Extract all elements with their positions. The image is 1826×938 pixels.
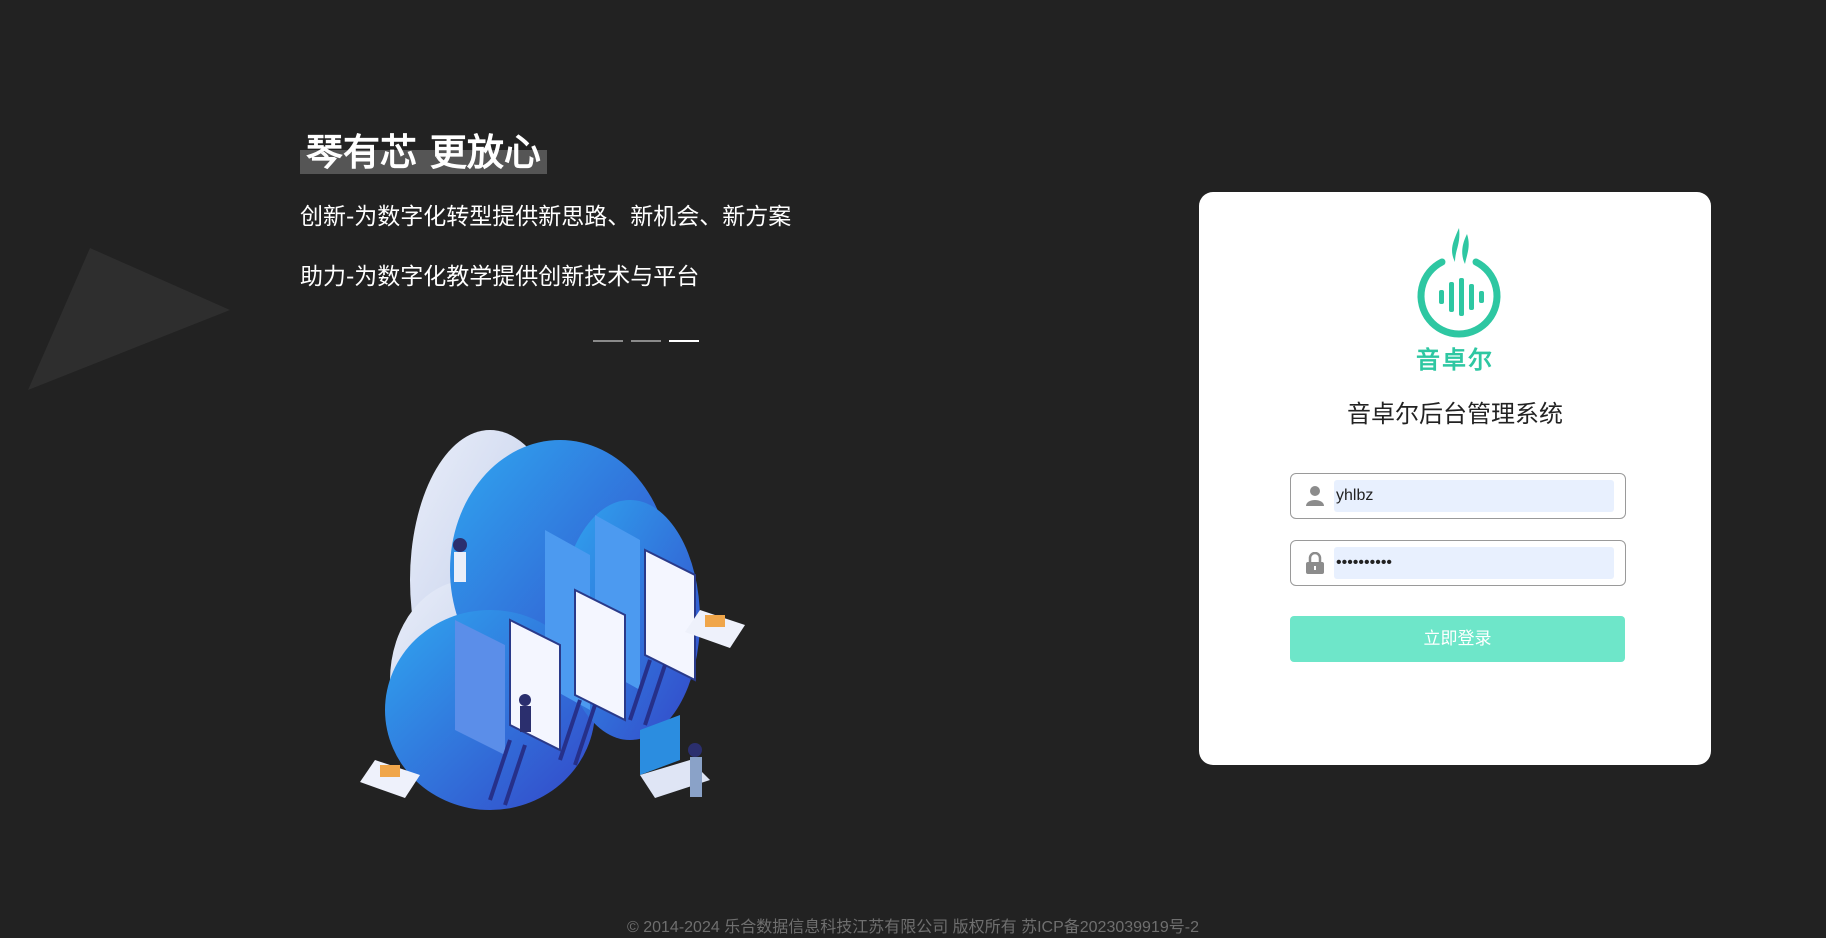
hero-section: 琴有芯 更放心 创新-为数字化转型提供新思路、新机会、新方案 助力-为数字化教学… — [300, 130, 860, 342]
decorative-triangle — [28, 248, 230, 390]
hero-slogan: 琴有芯 更放心 — [300, 130, 547, 176]
carousel-dot[interactable] — [631, 340, 661, 342]
password-input[interactable] — [1334, 547, 1614, 579]
hero-line-support: 助力-为数字化教学提供创新技术与平台 — [300, 264, 700, 290]
carousel-indicators — [593, 340, 699, 342]
login-card: 音卓尔 音卓尔后台管理系统 立即登录 — [1199, 192, 1711, 765]
hero-line-innovation: 创新-为数字化转型提供新思路、新机会、新方案 — [300, 204, 792, 230]
lock-icon — [1306, 552, 1324, 574]
system-title: 音卓尔后台管理系统 — [1347, 400, 1563, 428]
username-input[interactable] — [1334, 480, 1614, 512]
carousel-dot-active[interactable] — [669, 340, 699, 342]
brand-logo-text: 音卓尔 — [1416, 346, 1494, 374]
user-icon — [1306, 486, 1324, 506]
password-field[interactable] — [1290, 540, 1626, 586]
footer-copyright: © 2014-2024 乐合数据信息科技江苏有限公司 版权所有 苏ICP备202… — [627, 919, 1199, 936]
username-field[interactable] — [1290, 473, 1626, 519]
cloud-computing-illustration — [360, 430, 745, 810]
brand-logo-icon — [1417, 228, 1501, 338]
carousel-dot[interactable] — [593, 340, 623, 342]
login-button[interactable]: 立即登录 — [1290, 616, 1625, 662]
